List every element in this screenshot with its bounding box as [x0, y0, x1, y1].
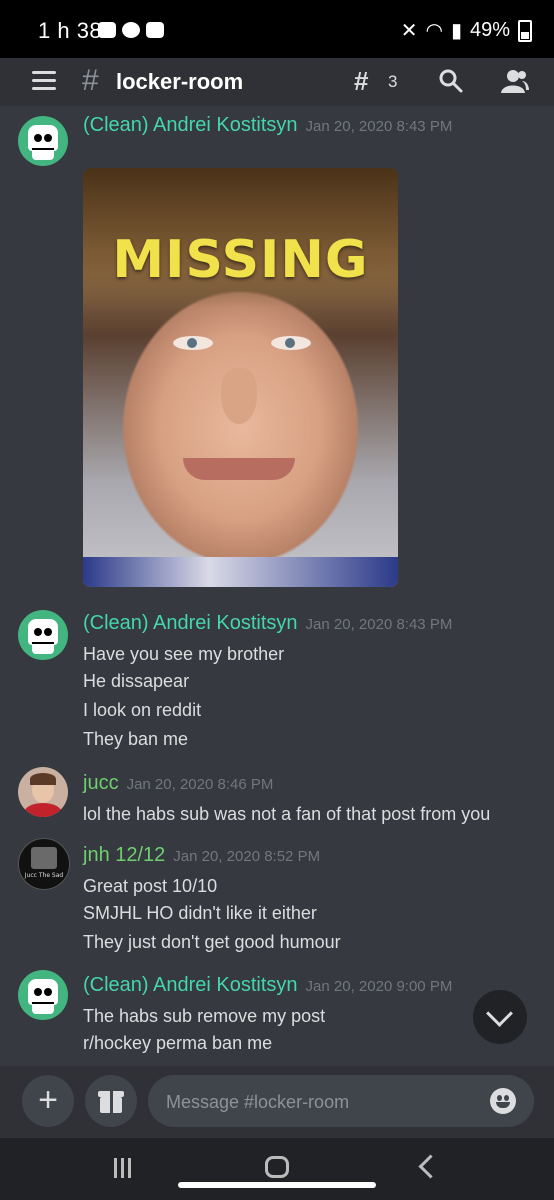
chevron-down-icon [486, 1000, 513, 1027]
recent-apps-icon[interactable] [114, 1158, 136, 1178]
timestamp: Jan 20, 2020 8:52 PM [173, 848, 321, 865]
wifi-icon: ◠ [425, 20, 443, 42]
message-header: (Clean) Andrei Kostitsyn Jan 20, 2020 9:0… [83, 974, 452, 997]
message-line: I look on reddit [83, 700, 202, 720]
message-header: (Clean) Andrei Kostitsyn Jan 20, 2020 8:4… [83, 612, 452, 635]
message-header: jnh 12/12 Jan 20, 2020 8:52 PM [83, 844, 320, 867]
menu-icon[interactable] [32, 71, 56, 90]
message-line: He dissapear [83, 671, 190, 691]
message[interactable]: jucc Jan 20, 2020 8:46 PM lol the habs su… [0, 762, 554, 832]
back-icon[interactable] [418, 1154, 443, 1179]
message-composer: + [0, 1066, 554, 1138]
author-name[interactable]: (Clean) Andrei Kostitsyn [83, 974, 298, 996]
message-line: SMJHL HO didn't like it either [83, 903, 317, 923]
signal-icon: ▮ [450, 20, 462, 42]
search-icon[interactable] [438, 68, 464, 94]
battery-level: 49% [469, 19, 510, 41]
message-input-container [148, 1075, 534, 1129]
emoji-icon[interactable] [490, 1088, 516, 1114]
timestamp: Jan 20, 2020 8:43 PM [305, 118, 453, 135]
message-header: (Clean) Andrei Kostitsyn Jan 20, 2020 8:4… [83, 114, 452, 137]
bot-avatar[interactable] [18, 610, 68, 660]
status-bar: 1 h 38 ✕ ◠ ▮ 49% [0, 0, 554, 58]
message-input[interactable] [164, 1075, 468, 1129]
bot-avatar[interactable] [18, 116, 68, 166]
message-line: Have you see my brother [83, 644, 285, 664]
avatar-caption: Jucc The Sad [24, 872, 64, 879]
channel-hash-icon: # [82, 64, 99, 97]
missing-poster-image[interactable]: MISSING [83, 168, 398, 587]
timestamp: Jan 20, 2020 8:46 PM [126, 776, 274, 793]
message-line: r/hockey perma ban me [83, 1033, 273, 1053]
message[interactable]: (Clean) Andrei Kostitsyn Jan 20, 2020 9:0… [0, 964, 554, 1064]
notification-icons [98, 22, 164, 38]
members-icon[interactable] [500, 68, 530, 94]
author-name[interactable]: jucc [83, 772, 119, 794]
jucc-avatar[interactable] [18, 767, 68, 817]
jump-to-bottom-button[interactable] [473, 990, 527, 1044]
threads-icon[interactable]: # [354, 66, 368, 97]
message-line: Great post 10/10 [83, 876, 218, 896]
battery-icon [518, 19, 532, 42]
home-indicator[interactable] [178, 1182, 376, 1188]
message-icon [146, 22, 164, 38]
home-icon[interactable] [265, 1156, 289, 1178]
message-header: jucc Jan 20, 2020 8:46 PM [83, 772, 273, 795]
youtube-icon [98, 22, 116, 38]
message-line: The habs sub remove my post [83, 1006, 326, 1026]
author-name[interactable]: (Clean) Andrei Kostitsyn [83, 114, 298, 136]
android-nav-bar [0, 1138, 554, 1200]
discord-screen: 1 h 38 ✕ ◠ ▮ 49% # locker-room # 3 (Clea… [0, 0, 554, 1200]
status-time: 1 h 38 [38, 18, 103, 43]
mute-icon: ✕ [400, 20, 418, 42]
timestamp: Jan 20, 2020 8:43 PM [305, 616, 453, 633]
messenger-icon [122, 22, 140, 38]
gift-button[interactable] [85, 1075, 137, 1127]
message[interactable]: Jucc The Sad jnh 12/12 Jan 20, 2020 8:52 … [0, 832, 554, 962]
message[interactable]: (Clean) Andrei Kostitsyn Jan 20, 2020 8:4… [0, 600, 554, 760]
message-line: They just don't get good humour [83, 932, 341, 952]
message-line: lol the habs sub was not a fan of that p… [83, 804, 491, 824]
message-line: They ban me [83, 729, 189, 749]
timestamp: Jan 20, 2020 9:00 PM [305, 978, 453, 995]
channel-title: locker-room [116, 69, 244, 94]
threads-count: 3 [388, 72, 398, 91]
jnh-avatar[interactable]: Jucc The Sad [18, 838, 70, 890]
channel-header: # locker-room # 3 [0, 58, 554, 106]
system-indicators: ✕ ◠ ▮ 49% [401, 18, 532, 43]
author-name[interactable]: jnh 12/12 [83, 844, 165, 866]
bot-avatar[interactable] [18, 970, 68, 1020]
add-attachment-button[interactable]: + [22, 1075, 74, 1127]
image-caption: MISSING [112, 230, 369, 290]
author-name[interactable]: (Clean) Andrei Kostitsyn [83, 612, 298, 634]
